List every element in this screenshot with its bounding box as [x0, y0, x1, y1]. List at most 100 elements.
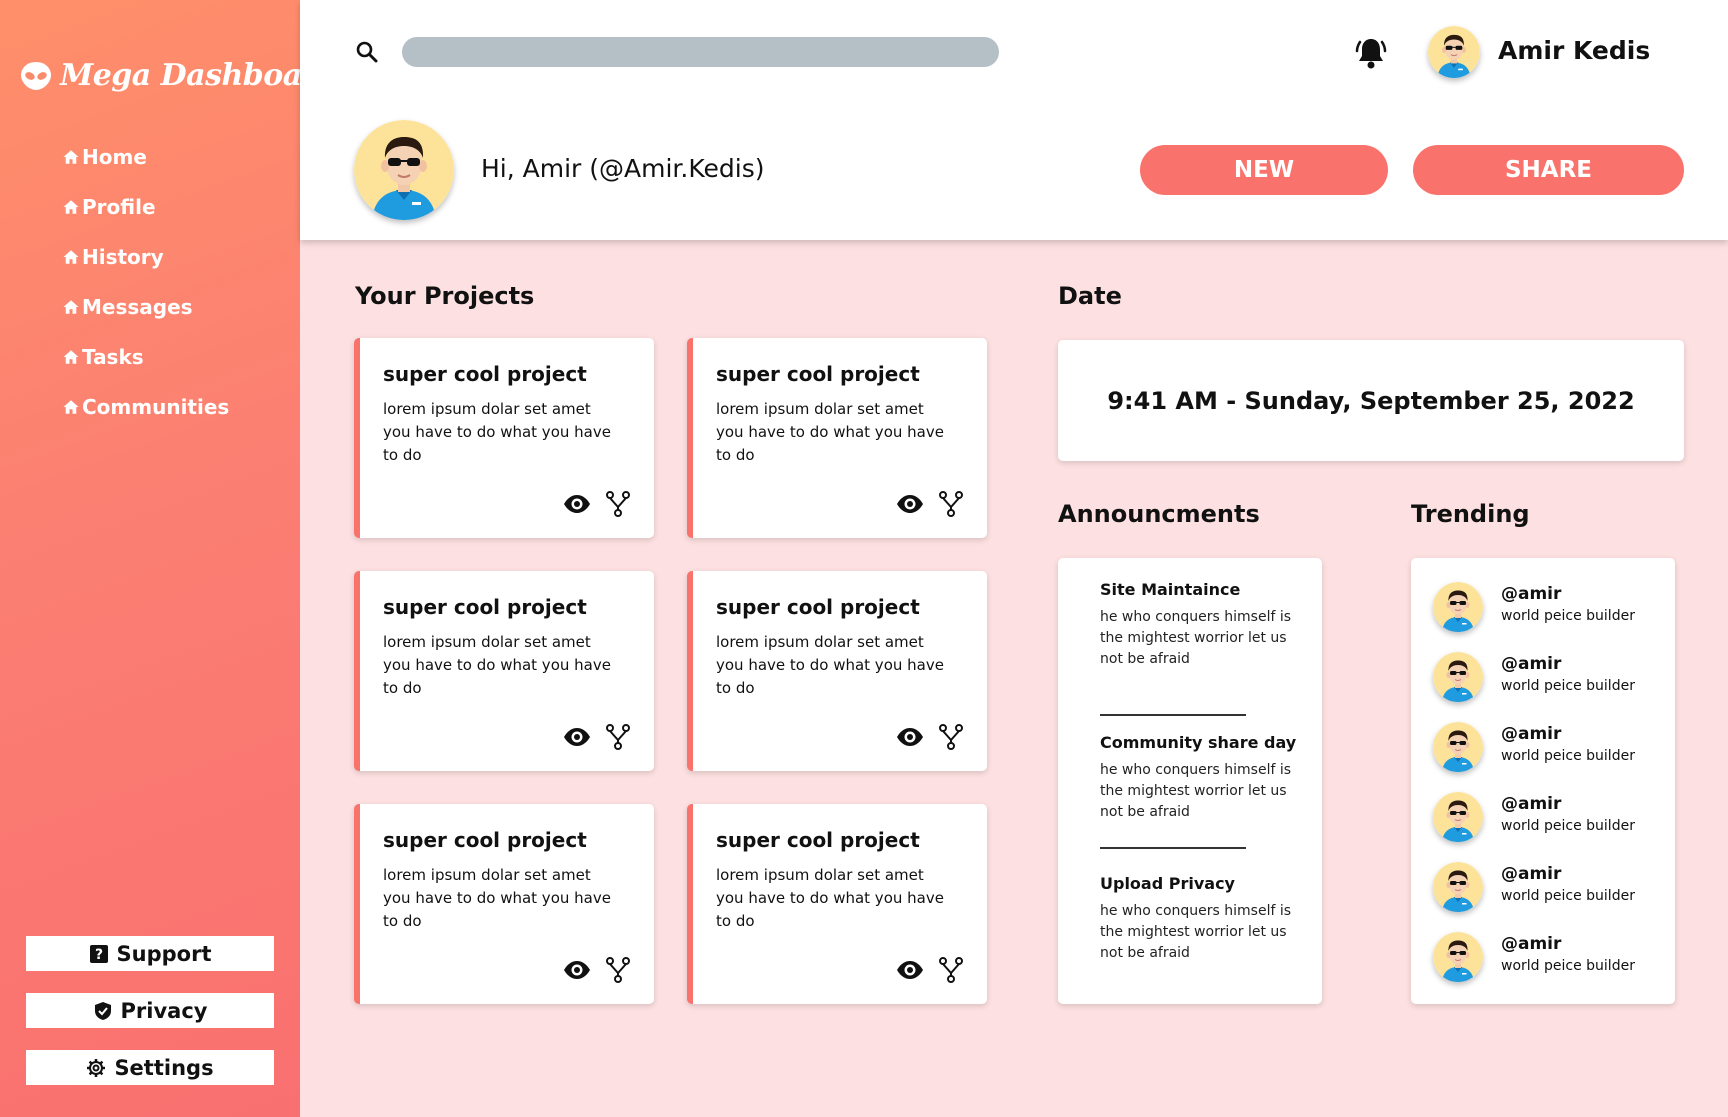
- project-card[interactable]: super cool project lorem ipsum dolar set…: [687, 804, 987, 1004]
- trending-item[interactable]: @amir world peice builder: [1433, 650, 1663, 702]
- announcements-title: Announcments: [1058, 500, 1260, 528]
- eye-icon[interactable]: [896, 960, 924, 980]
- sidebar-item-communities[interactable]: Communities: [62, 382, 229, 432]
- project-title: super cool project: [716, 828, 920, 852]
- bell-icon[interactable]: [1355, 36, 1387, 70]
- support-label: Support: [116, 941, 212, 966]
- gear-icon: [87, 1058, 106, 1077]
- fork-icon[interactable]: [939, 957, 963, 983]
- profile-avatar[interactable]: [354, 120, 454, 220]
- share-button[interactable]: SHARE: [1413, 145, 1684, 195]
- trending-subtitle: world peice builder: [1501, 678, 1635, 694]
- project-title: super cool project: [383, 828, 587, 852]
- svg-text:?: ?: [94, 947, 102, 963]
- sidebar-item-messages[interactable]: Messages: [62, 282, 229, 332]
- project-description: lorem ipsum dolar set amet you have to d…: [716, 866, 944, 930]
- shield-icon: [94, 1001, 111, 1020]
- avatar: [1433, 722, 1483, 772]
- new-button[interactable]: NEW: [1140, 145, 1388, 195]
- project-card[interactable]: super cool project lorem ipsum dolar set…: [687, 338, 987, 538]
- trending-title: Trending: [1411, 500, 1530, 528]
- project-card[interactable]: super cool project lorem ipsum dolar set…: [354, 804, 654, 1004]
- announcements-card: Site Maintaince he who conquers himself …: [1058, 558, 1322, 1004]
- search-input[interactable]: [402, 37, 999, 67]
- avatar: [1433, 582, 1483, 632]
- trending-handle: @amir: [1501, 584, 1562, 604]
- announcement-item[interactable]: Upload Privacy he who conquers himself i…: [1100, 874, 1310, 964]
- announcement-title: Community share day: [1100, 733, 1297, 752]
- trending-subtitle: world peice builder: [1501, 608, 1635, 624]
- project-title: super cool project: [383, 595, 587, 619]
- project-description: lorem ipsum dolar set amet you have to d…: [716, 400, 944, 464]
- avatar: [1433, 652, 1483, 702]
- home-icon: [62, 348, 80, 366]
- greeting-text: Hi, Amir (@Amir.Kedis): [481, 154, 765, 183]
- avatar: [1433, 862, 1483, 912]
- sidebar-item-label: Home: [82, 145, 147, 169]
- user-avatar[interactable]: [1428, 26, 1480, 78]
- home-icon: [62, 298, 80, 316]
- avatar: [1433, 932, 1483, 982]
- search-icon[interactable]: [355, 40, 379, 64]
- home-icon: [62, 398, 80, 416]
- project-description: lorem ipsum dolar set amet you have to d…: [383, 400, 611, 464]
- project-card[interactable]: super cool project lorem ipsum dolar set…: [354, 338, 654, 538]
- eye-icon[interactable]: [896, 494, 924, 514]
- trending-item[interactable]: @amir world peice builder: [1433, 790, 1663, 842]
- trending-subtitle: world peice builder: [1501, 818, 1635, 834]
- avatar: [1433, 792, 1483, 842]
- sidebar-item-label: Messages: [82, 295, 193, 319]
- date-title: Date: [1058, 282, 1122, 310]
- project-description: lorem ipsum dolar set amet you have to d…: [716, 633, 944, 697]
- projects-title: Your Projects: [355, 282, 535, 310]
- announcement-item[interactable]: Site Maintaince he who conquers himself …: [1100, 580, 1310, 670]
- trending-item[interactable]: @amir world peice builder: [1433, 580, 1663, 632]
- sidebar-item-label: History: [82, 245, 164, 269]
- trending-handle: @amir: [1501, 864, 1562, 884]
- fork-icon[interactable]: [939, 724, 963, 750]
- divider: [1100, 714, 1246, 716]
- sidebar-item-history[interactable]: History: [62, 232, 229, 282]
- settings-label: Settings: [114, 1055, 214, 1080]
- trending-subtitle: world peice builder: [1501, 888, 1635, 904]
- settings-button[interactable]: Settings: [26, 1050, 274, 1085]
- trending-item[interactable]: @amir world peice builder: [1433, 860, 1663, 912]
- announcement-text: he who conquers himself is the mightest …: [1100, 762, 1292, 820]
- eye-icon[interactable]: [563, 960, 591, 980]
- sidebar-nav: Home Profile History Messages Tasks Comm…: [62, 132, 229, 432]
- home-icon: [62, 198, 80, 216]
- sidebar-item-profile[interactable]: Profile: [62, 182, 229, 232]
- fork-icon[interactable]: [939, 491, 963, 517]
- privacy-button[interactable]: Privacy: [26, 993, 274, 1028]
- project-title: super cool project: [716, 595, 920, 619]
- date-value: 9:41 AM - Sunday, September 25, 2022: [1107, 386, 1635, 415]
- announcement-title: Upload Privacy: [1100, 874, 1235, 893]
- project-card[interactable]: super cool project lorem ipsum dolar set…: [354, 571, 654, 771]
- eye-icon[interactable]: [563, 494, 591, 514]
- sidebar-item-tasks[interactable]: Tasks: [62, 332, 229, 382]
- eye-icon[interactable]: [563, 727, 591, 747]
- help-icon: ?: [89, 944, 108, 963]
- home-icon: [62, 248, 80, 266]
- project-card[interactable]: super cool project lorem ipsum dolar set…: [687, 571, 987, 771]
- support-button[interactable]: ? Support: [26, 936, 274, 971]
- sidebar-item-home[interactable]: Home: [62, 132, 229, 182]
- eye-icon[interactable]: [896, 727, 924, 747]
- trending-item[interactable]: @amir world peice builder: [1433, 720, 1663, 772]
- sidebar-item-label: Tasks: [82, 345, 144, 369]
- sidebar-item-label: Communities: [82, 395, 230, 419]
- trending-item[interactable]: @amir world peice builder: [1433, 930, 1663, 982]
- user-name[interactable]: Amir Kedis: [1498, 36, 1650, 65]
- app-logo[interactable]: Mega Dashboard: [20, 58, 338, 93]
- announcement-item[interactable]: Community share day he who conquers hims…: [1100, 733, 1310, 823]
- fork-icon[interactable]: [606, 957, 630, 983]
- fork-icon[interactable]: [606, 491, 630, 517]
- project-description: lorem ipsum dolar set amet you have to d…: [383, 866, 611, 930]
- home-icon: [62, 148, 80, 166]
- divider: [1100, 847, 1246, 849]
- announcement-title: Site Maintaince: [1100, 580, 1241, 599]
- trending-card: @amir world peice builder @amir world pe…: [1411, 558, 1675, 1004]
- fork-icon[interactable]: [606, 724, 630, 750]
- trending-handle: @amir: [1501, 794, 1562, 814]
- sidebar: Mega Dashboard Home Profile History Mess…: [0, 0, 338, 1117]
